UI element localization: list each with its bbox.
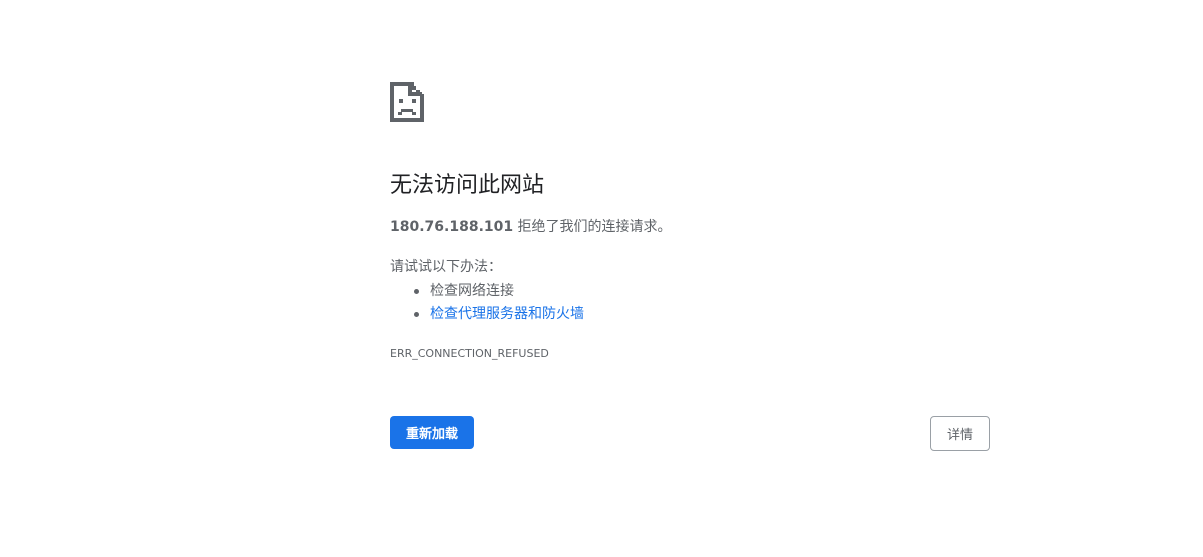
error-page: 无法访问此网站 180.76.188.101 拒绝了我们的连接请求。 请试试以下…: [0, 0, 1203, 557]
suggestions-list: 检查网络连接 检查代理服务器和防火墙: [390, 280, 584, 326]
page-title: 无法访问此网站: [390, 173, 545, 198]
host-address: 180.76.188.101: [390, 219, 514, 235]
suggestion-label: 检查网络连接: [430, 283, 514, 299]
check-proxy-firewall-link[interactable]: 检查代理服务器和防火墙: [430, 306, 584, 322]
error-summary: 180.76.188.101 拒绝了我们的连接请求。: [390, 217, 672, 237]
suggestions-heading: 请试试以下办法：: [390, 259, 502, 275]
error-code: ERR_CONNECTION_REFUSED: [390, 347, 549, 360]
sad-page-icon: [390, 82, 424, 122]
details-button[interactable]: 详情: [930, 416, 990, 451]
error-summary-text: 拒绝了我们的连接请求。: [513, 219, 672, 235]
suggestion-item-check-proxy: 检查代理服务器和防火墙: [414, 303, 584, 326]
suggestion-item-check-connection: 检查网络连接: [414, 280, 584, 303]
reload-button[interactable]: 重新加载: [390, 416, 474, 449]
